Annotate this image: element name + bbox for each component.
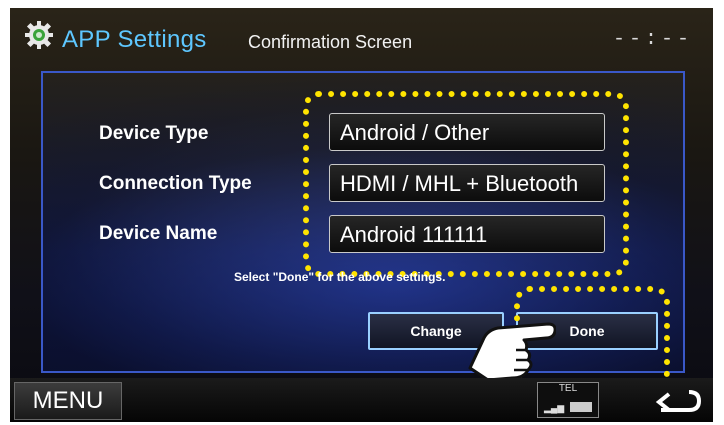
device-name-label: Device Name (99, 223, 218, 244)
back-arrow-icon[interactable] (649, 384, 703, 418)
screen-subtitle: Confirmation Screen (248, 32, 413, 52)
device-screen: APP Settings Confirmation Screen --:-- D… (10, 8, 713, 422)
menu-button[interactable]: MENU (14, 382, 122, 420)
battery-icon (570, 402, 592, 412)
device-type-label: Device Type (99, 123, 209, 144)
connection-type-label: Connection Type (99, 173, 252, 194)
title-bar: APP Settings Confirmation Screen --:-- (10, 8, 713, 64)
hint-text: Select "Done" for the above settings. (234, 270, 446, 284)
clock-display: --:-- (612, 28, 693, 51)
tel-status: TEL ▂▄▆ (537, 382, 599, 418)
settings-highlight (303, 91, 629, 277)
bottom-bar: MENU TEL ▂▄▆ (10, 378, 713, 422)
app-title: APP Settings (62, 26, 207, 53)
gear-icon (25, 21, 53, 49)
signal-icon: ▂▄▆ (544, 403, 565, 413)
pointing-hand-icon (468, 322, 556, 382)
tel-label: TEL (558, 383, 578, 394)
